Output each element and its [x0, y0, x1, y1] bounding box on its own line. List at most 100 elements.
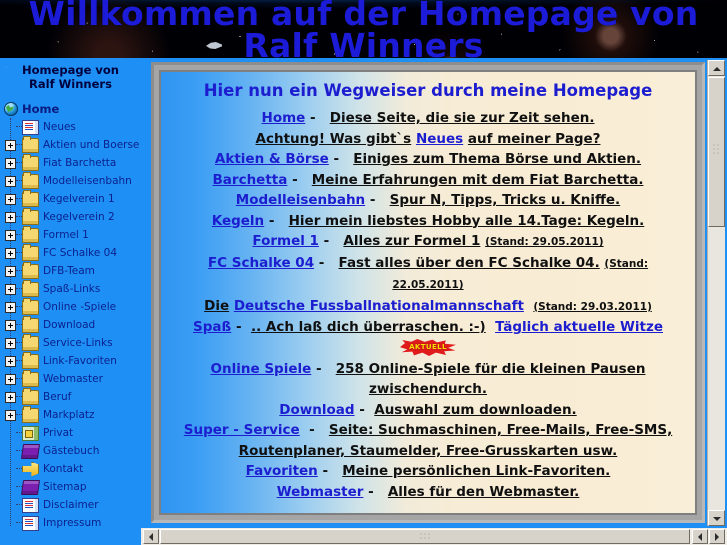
sidebar-item-home[interactable]: Home	[2, 100, 141, 118]
link-modelleisenbahn[interactable]: Modelleisenbahn	[236, 192, 365, 208]
stand-date: (Stand: 29.03.2011)	[533, 300, 652, 313]
expand-plus-icon[interactable]	[5, 373, 16, 385]
expand-plus-icon[interactable]	[5, 157, 16, 169]
sidebar-item-markplatz[interactable]: Markplatz	[2, 405, 141, 424]
sidebar-item-label: Privat	[43, 427, 74, 439]
sidebar-item-spass-links[interactable]: Spaß-Links	[2, 279, 141, 298]
expand-plus-icon[interactable]	[5, 175, 16, 187]
sidebar-item-impressum[interactable]: Impressum	[2, 514, 141, 532]
vertical-scrollbar[interactable]	[707, 60, 725, 526]
content-line-kegeln: Kegeln - Hier mein liebstes Hobby alle 1…	[173, 211, 683, 232]
scroll-left-button-2[interactable]	[692, 529, 708, 544]
link-webmaster[interactable]: Webmaster	[277, 484, 364, 500]
link-spass[interactable]: Spaß	[193, 319, 231, 335]
content-line-modelleisenbahn: Modelleisenbahn - Spur N, Tipps, Tricks …	[173, 190, 683, 211]
separator: -	[368, 483, 374, 500]
content-line-spass: Spaß - .. Ach laß dich überraschen. :-) …	[173, 317, 683, 338]
sidebar-item-gaestebuch[interactable]: Gästebuch	[2, 442, 141, 460]
link-home[interactable]: Home	[262, 110, 306, 126]
sidebar-item-dfb-team[interactable]: DFB-Team	[2, 261, 141, 280]
scroll-right-button[interactable]	[709, 529, 725, 544]
content-body: Hier nun ein Wegweiser durch meine Homep…	[161, 72, 695, 502]
sidebar-item-download[interactable]: Download	[2, 315, 141, 334]
content-line-fc-schalke-04: FC Schalke 04 - Fast alles über den FC S…	[173, 253, 683, 296]
expand-plus-icon[interactable]	[5, 355, 16, 367]
sidebar-item-label: Online -Spiele	[43, 301, 117, 313]
sidebar-item-sitemap[interactable]: Sitemap	[2, 478, 141, 496]
sidebar-item-privat[interactable]: Privat	[2, 424, 141, 442]
expand-plus-icon[interactable]	[5, 211, 16, 223]
link-barchetta[interactable]: Barchetta	[213, 172, 288, 188]
sidebar-item-label: Neues	[43, 121, 76, 133]
separator: -	[309, 422, 315, 438]
link-favoriten[interactable]: Favoriten	[246, 463, 318, 479]
sidebar-item-kegelverein-2[interactable]: Kegelverein 2	[2, 207, 141, 226]
separator: -	[333, 151, 340, 167]
expand-plus-icon[interactable]	[5, 391, 16, 403]
content-line-barchetta: Barchetta - Meine Erfahrungen mit dem Fi…	[173, 170, 683, 191]
link-super-service[interactable]: Super - Service	[184, 422, 300, 438]
sidebar-item-webmaster[interactable]: Webmaster	[2, 369, 141, 388]
document-icon	[22, 515, 39, 531]
scroll-left-button[interactable]	[143, 529, 159, 544]
sidebar-item-service-links[interactable]: Service-Links	[2, 333, 141, 352]
line-text: Einiges zum Thema Börse und Aktien.	[353, 151, 642, 167]
sidebar-item-aktien-und-boerse[interactable]: Aktien und Boerse	[2, 135, 141, 154]
content-frame-border: Hier nun ein Wegweiser durch meine Homep…	[151, 62, 705, 523]
link-online-spiele[interactable]: Online Spiele	[211, 361, 312, 377]
link-taeglich-aktuelle-witze[interactable]: Täglich aktuelle Witze	[495, 319, 663, 335]
scroll-thumb-grip	[420, 533, 430, 541]
scroll-up-button[interactable]	[708, 60, 725, 76]
expand-plus-icon[interactable]	[5, 337, 16, 349]
sidebar-item-fiat-barchetta[interactable]: Fiat Barchetta	[2, 153, 141, 172]
expand-plus-icon[interactable]	[5, 139, 16, 151]
sidebar-item-online-spiele[interactable]: Online -Spiele	[2, 297, 141, 316]
folder-icon	[22, 225, 39, 243]
expand-plus-icon[interactable]	[5, 409, 16, 421]
expand-plus-icon[interactable]	[5, 193, 16, 205]
content-frame-inner: Hier nun ein Wegweiser durch meine Homep…	[159, 70, 697, 515]
sidebar-item-formel-1[interactable]: Formel 1	[2, 225, 141, 244]
link-formel-1[interactable]: Formel 1	[252, 233, 319, 249]
vertical-scroll-thumb[interactable]	[708, 77, 725, 227]
line-text: Fast alles über den FC Schalke 04.	[338, 254, 600, 271]
horizontal-scrollbar[interactable]	[143, 529, 725, 544]
sidebar-item-fc-schalke-04[interactable]: FC Schalke 04	[2, 243, 141, 262]
scroll-down-button[interactable]	[708, 510, 725, 526]
page-root: Willkommen auf der Homepage von Ralf Win…	[0, 0, 727, 545]
sidebar-item-modelleisenbahn[interactable]: Modelleisenbahn	[2, 171, 141, 190]
sidebar-item-disclaimer[interactable]: Disclaimer	[2, 496, 141, 514]
sidebar-item-label: Beruf	[43, 391, 72, 403]
expand-plus-icon[interactable]	[5, 301, 16, 313]
link-aktien-boerse[interactable]: Aktien & Börse	[215, 151, 329, 167]
link-download[interactable]: Download	[279, 402, 354, 418]
separator: -	[235, 319, 242, 335]
sidebar-item-neues[interactable]: Neues	[2, 118, 141, 136]
separator: -	[292, 171, 298, 188]
folder-icon	[22, 153, 39, 171]
sidebar-item-kontakt[interactable]: Kontakt	[2, 460, 141, 478]
sidebar-item-link-favoriten[interactable]: Link-Favoriten	[2, 351, 141, 370]
link-kegeln[interactable]: Kegeln	[212, 213, 264, 229]
folder-icon	[22, 279, 39, 297]
folder-icon	[22, 171, 39, 189]
link-neues[interactable]: Neues	[416, 131, 463, 147]
expand-plus-icon[interactable]	[5, 229, 16, 241]
sidebar-item-kegelverein-1[interactable]: Kegelverein 1	[2, 189, 141, 208]
expand-plus-icon[interactable]	[5, 247, 16, 259]
folder-icon	[22, 207, 39, 225]
sidebar-item-label: Formel 1	[43, 229, 89, 241]
expand-plus-icon[interactable]	[5, 283, 16, 295]
sidebar-item-label: Sitemap	[43, 481, 87, 493]
link-fc-schalke-04[interactable]: FC Schalke 04	[208, 255, 314, 271]
expand-plus-icon[interactable]	[5, 265, 16, 277]
sidebar-item-label: Kegelverein 2	[43, 211, 115, 223]
sidebar-item-beruf[interactable]: Beruf	[2, 387, 141, 406]
line-suffix: auf meiner Page?	[467, 130, 601, 147]
line-text: Seite: Suchmaschinen, Free-Mails, Free-S…	[328, 422, 673, 438]
horizontal-scroll-thumb[interactable]	[160, 529, 690, 544]
link-deutsche-fussballnationalmannschaft[interactable]: Deutsche Fussballnationalmannschaft	[234, 298, 524, 314]
expand-plus-icon[interactable]	[5, 319, 16, 331]
page-title: Willkommen auf der Homepage von Ralf Win…	[28, 0, 699, 58]
line-prefix: Achtung! Was gibt`s	[255, 130, 412, 147]
